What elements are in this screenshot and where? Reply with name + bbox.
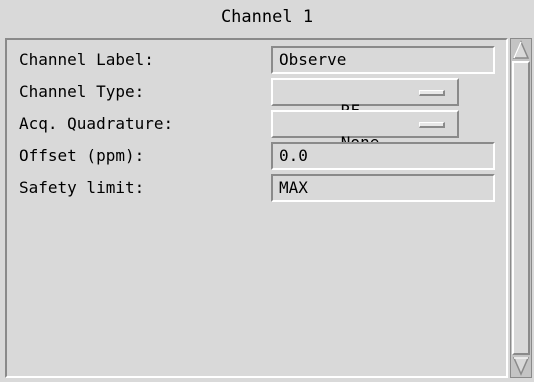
channel-type-row: Channel Type: RF [19,78,499,120]
safety-limit-row: Safety limit: MAX [19,174,499,202]
channel-type-menu[interactable]: RF [271,78,459,120]
channel-settings-panel: Channel Label: Observe Channel Type: RF … [5,38,508,378]
triangle-down-icon[interactable] [512,356,530,376]
scrollbar-thumb[interactable] [512,61,530,355]
acq-quadrature-menu[interactable]: None [271,110,459,152]
offset-row: Offset (ppm): 0.0 [19,142,499,170]
channel-label-row: Channel Label: Observe [19,46,499,74]
offset-label: Offset (ppm): [19,146,145,165]
channel-type-label: Channel Type: [19,82,145,101]
option-menu-indicator-icon [419,90,445,96]
triangle-up-icon[interactable] [512,40,530,60]
window-title: Channel 1 [220,7,314,27]
acq-quadrature-row: Acq. Quadrature: None [19,110,499,152]
offset-field[interactable]: 0.0 [271,142,495,170]
option-menu-indicator-icon [419,122,445,128]
safety-limit-field[interactable]: MAX [271,174,495,202]
acq-quadrature-label: Acq. Quadrature: [19,114,174,133]
safety-limit-label: Safety limit: [19,178,145,197]
vertical-scrollbar[interactable] [510,38,532,378]
channel-label-label: Channel Label: [19,50,154,69]
channel-label-field[interactable]: Observe [271,46,495,74]
